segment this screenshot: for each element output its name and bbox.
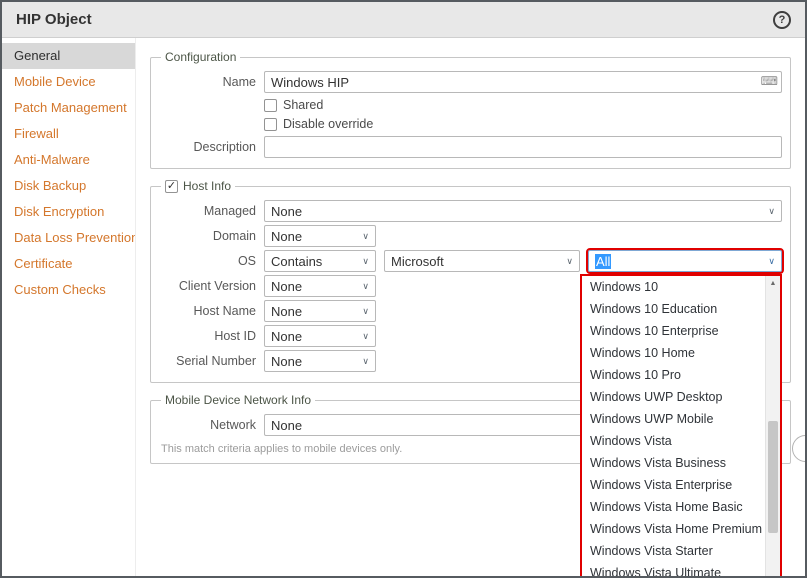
host-name-select[interactable]: None ∨	[264, 300, 376, 322]
dialog-title: HIP Object	[16, 11, 92, 28]
chevron-down-icon: ∨	[768, 205, 775, 216]
disable-override-checkbox[interactable]	[264, 117, 277, 131]
sidebar-item-disk-encryption[interactable]: Disk Encryption	[2, 199, 135, 225]
os-option[interactable]: Windows UWP Mobile	[582, 408, 780, 430]
network-value: None	[271, 417, 303, 433]
network-label: Network	[210, 418, 256, 432]
os-option[interactable]: Windows Vista Starter	[582, 540, 780, 562]
domain-value: None	[271, 228, 303, 244]
keyboard-icon: ⌨	[760, 74, 778, 88]
dropdown-scrollbar[interactable]: ▲	[765, 276, 780, 576]
sidebar-item-disk-backup[interactable]: Disk Backup	[2, 173, 135, 199]
managed-label: Managed	[203, 204, 256, 218]
serial-number-value: None	[271, 353, 303, 369]
chevron-down-icon: ∨	[362, 230, 369, 241]
sidebar-item-data-loss-prevention[interactable]: Data Loss Prevention	[2, 225, 135, 251]
os-vendor-value: Microsoft	[391, 253, 444, 269]
configuration-section: Configuration Name ⌨ Shared Disable over…	[150, 50, 791, 169]
configuration-legend: Configuration	[165, 50, 237, 64]
host-info-section: ✓ Host Info Managed None ∨ Domain None ∨…	[150, 179, 791, 576]
os-option[interactable]: Windows 10 Enterprise	[582, 320, 780, 342]
serial-number-label: Serial Number	[176, 354, 256, 368]
os-option[interactable]: Windows Vista Ultimate	[582, 562, 780, 576]
host-info-legend: ✓ Host Info	[161, 179, 235, 193]
os-dropdown-list: Windows 10 Windows 10 Education Windows …	[580, 274, 782, 576]
os-option[interactable]: Windows Vista Home Premium	[582, 518, 780, 540]
os-label: OS	[237, 254, 256, 268]
name-label: Name	[222, 75, 256, 89]
sidebar: General Mobile Device Patch Management F…	[2, 38, 136, 576]
chevron-down-icon: ∨	[362, 255, 369, 266]
sidebar-item-patch-management[interactable]: Patch Management	[2, 95, 135, 121]
sidebar-item-anti-malware[interactable]: Anti-Malware	[2, 147, 135, 173]
description-input[interactable]	[264, 136, 782, 158]
chevron-down-icon: ∨	[768, 255, 775, 266]
sidebar-item-custom-checks[interactable]: Custom Checks	[2, 277, 135, 303]
host-id-select[interactable]: None ∨	[264, 325, 376, 347]
sidebar-item-mobile-device[interactable]: Mobile Device	[2, 69, 135, 95]
host-name-value: None	[271, 303, 303, 319]
content-pane: Configuration Name ⌨ Shared Disable over…	[148, 38, 805, 576]
domain-label: Domain	[212, 229, 256, 243]
managed-value: None	[271, 203, 303, 219]
mobile-network-legend: Mobile Device Network Info	[165, 393, 312, 407]
help-icon[interactable]: ?	[773, 10, 791, 29]
host-info-checkbox[interactable]: ✓	[165, 179, 178, 193]
sidebar-item-firewall[interactable]: Firewall	[2, 121, 135, 147]
serial-number-select[interactable]: None ∨	[264, 350, 376, 372]
sidebar-item-general[interactable]: General	[2, 43, 135, 69]
scrollbar-up-arrow-icon[interactable]: ▲	[766, 276, 780, 291]
os-option[interactable]: Windows Vista Business	[582, 452, 780, 474]
client-version-value: None	[271, 278, 303, 294]
client-version-label: Client Version	[178, 279, 256, 293]
os-option[interactable]: Windows 10	[582, 276, 780, 298]
os-option[interactable]: Windows Vista Enterprise	[582, 474, 780, 496]
shared-checkbox[interactable]	[264, 98, 277, 112]
managed-select[interactable]: None ∨	[264, 200, 782, 222]
host-info-legend-label: Host Info	[183, 179, 232, 193]
dialog-titlebar: HIP Object ?	[2, 2, 805, 38]
chevron-down-icon: ∨	[362, 355, 369, 366]
os-option[interactable]: Windows Vista Home Basic	[582, 496, 780, 518]
os-option[interactable]: Windows Vista	[582, 430, 780, 452]
name-input[interactable]	[264, 71, 782, 93]
chevron-down-icon: ∨	[362, 330, 369, 341]
host-id-label: Host ID	[214, 329, 256, 343]
chevron-down-icon: ∨	[362, 280, 369, 291]
host-name-label: Host Name	[193, 304, 256, 318]
client-version-select[interactable]: None ∨	[264, 275, 376, 297]
host-id-value: None	[271, 328, 303, 344]
hip-object-dialog: HIP Object ? General Mobile Device Patch…	[0, 0, 807, 578]
description-label: Description	[193, 140, 256, 154]
chevron-down-icon: ∨	[566, 255, 573, 266]
disable-override-label: Disable override	[283, 117, 374, 131]
os-combo-selected-text: All	[595, 253, 612, 269]
chevron-down-icon: ∨	[362, 305, 369, 316]
os-option[interactable]: Windows UWP Desktop	[582, 386, 780, 408]
os-match-value: Contains	[271, 253, 323, 269]
scrollbar-thumb[interactable]	[768, 421, 778, 533]
os-option[interactable]: Windows 10 Education	[582, 298, 780, 320]
os-option[interactable]: Windows 10 Home	[582, 342, 780, 364]
os-option[interactable]: Windows 10 Pro	[582, 364, 780, 386]
shared-label: Shared	[283, 98, 324, 112]
os-vendor-select[interactable]: Microsoft ∨	[384, 250, 580, 272]
os-value-combo[interactable]: All ∨ Windows 10 Windows 10 Education Wi…	[580, 248, 784, 576]
domain-select[interactable]: None ∨	[264, 225, 376, 247]
sidebar-item-certificate[interactable]: Certificate	[2, 251, 135, 277]
os-match-select[interactable]: Contains ∨	[264, 250, 376, 272]
